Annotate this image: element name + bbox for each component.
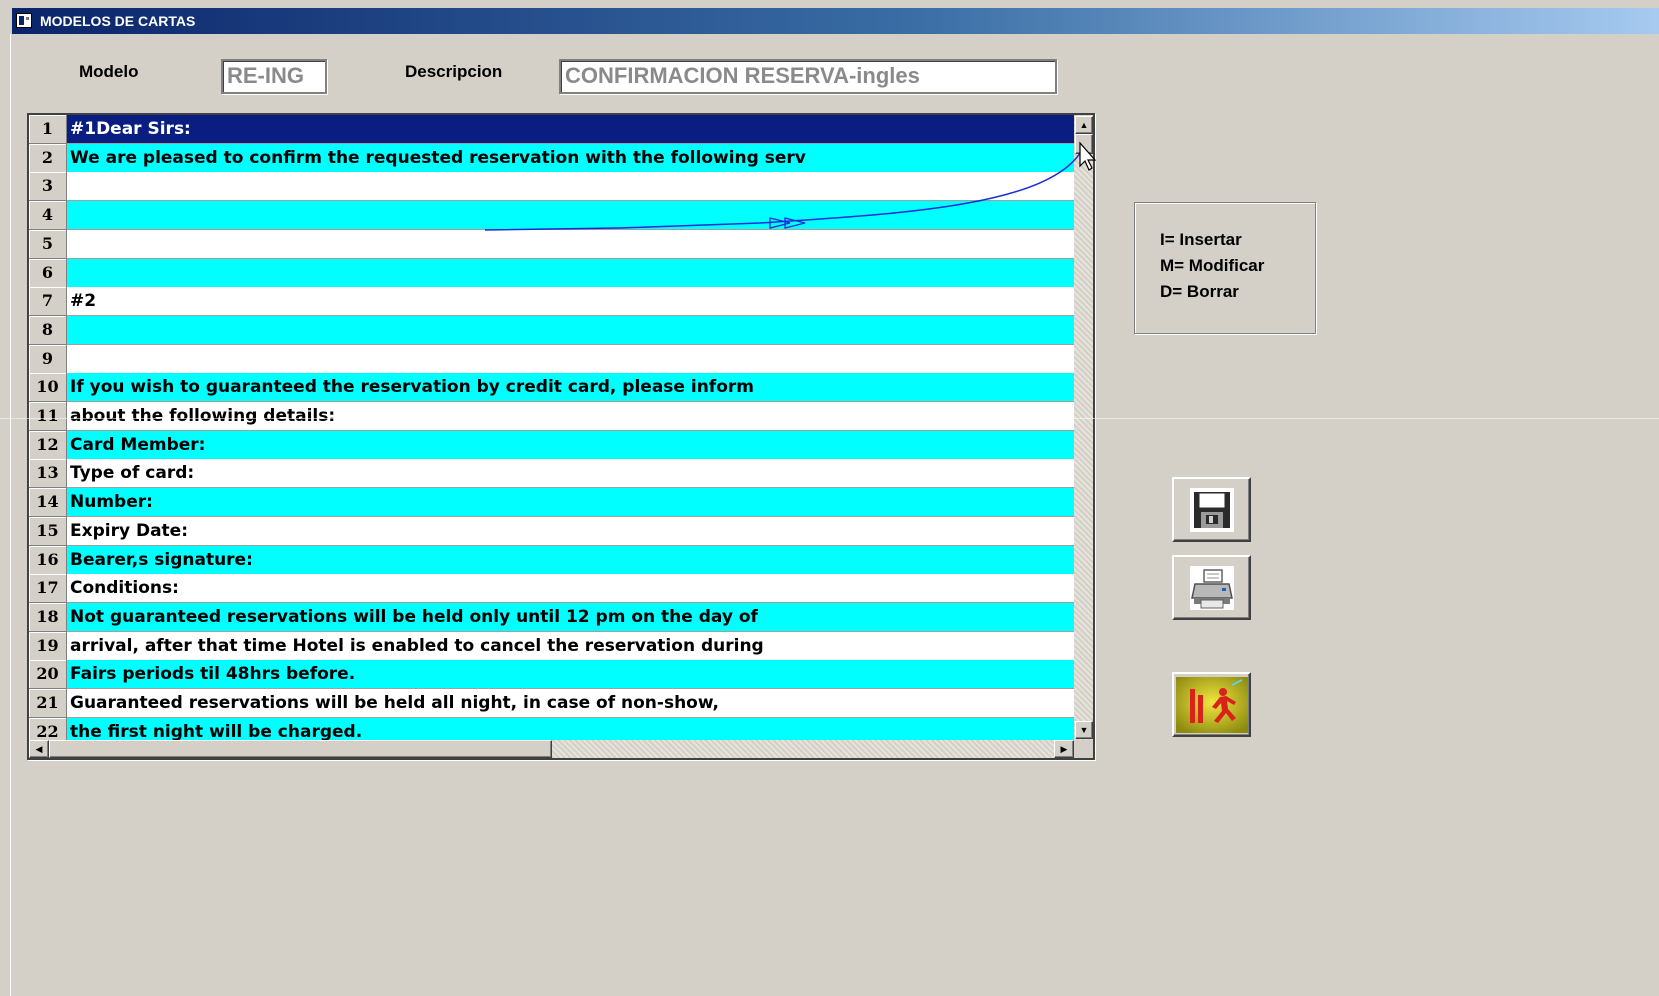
key-legend-box: I= Insertar M= Modificar D= Borrar <box>1134 202 1316 334</box>
descripcion-field[interactable]: CONFIRMACION RESERVA-ingles <box>559 59 1057 94</box>
row-number[interactable]: 17 <box>29 574 67 604</box>
table-row[interactable]: 10 If you wish to guaranteed the reservat… <box>29 373 1074 403</box>
window-titlebar: MODELOS DE CARTAS <box>12 8 1659 34</box>
vertical-scrollbar[interactable]: ▲ ▼ <box>1074 115 1093 740</box>
row-number[interactable]: 11 <box>29 402 67 431</box>
row-number[interactable]: 14 <box>29 488 67 518</box>
table-row[interactable]: 19 arrival, after that time Hotel is enab… <box>29 631 1074 661</box>
table-row[interactable]: 11 about the following details: <box>29 402 1074 431</box>
table-row[interactable]: 9 <box>29 344 1074 374</box>
screen-artifact-line <box>0 418 1659 419</box>
table-row[interactable]: 14 Number: <box>29 488 1074 518</box>
row-text-cell[interactable]: Expiry Date: <box>67 516 1074 546</box>
table-row[interactable]: 13 Type of card: <box>29 459 1074 489</box>
row-text-cell[interactable] <box>67 229 1074 259</box>
row-text-cell[interactable]: Fairs periods til 48hrs before. <box>67 660 1074 690</box>
print-button[interactable] <box>1172 555 1251 620</box>
row-number[interactable]: 15 <box>29 516 67 546</box>
row-number[interactable]: 9 <box>29 344 67 374</box>
legend-delete: D= Borrar <box>1160 282 1239 301</box>
vertical-scroll-thumb[interactable] <box>1075 134 1093 154</box>
row-text-cell[interactable]: Not guaranteed reservations will be held… <box>67 602 1074 632</box>
row-number[interactable]: 1 <box>29 115 67 144</box>
table-row[interactable]: 3 <box>29 172 1074 202</box>
table-row[interactable]: 21 Guaranteed reservations will be held a… <box>29 689 1074 718</box>
scroll-down-button[interactable]: ▼ <box>1075 721 1093 739</box>
row-text-cell[interactable] <box>67 201 1074 231</box>
window-frame-edge <box>10 34 11 996</box>
table-row[interactable]: 4 <box>29 201 1074 231</box>
row-number[interactable]: 13 <box>29 459 67 489</box>
row-number[interactable]: 20 <box>29 660 67 690</box>
save-button[interactable] <box>1172 477 1251 542</box>
descripcion-label: Descripcion <box>405 62 503 81</box>
legend-modify: M= Modificar <box>1160 256 1265 275</box>
row-text-cell[interactable]: arrival, after that time Hotel is enable… <box>67 631 1074 661</box>
exit-door-icon <box>1175 676 1248 733</box>
row-number[interactable]: 7 <box>29 287 67 317</box>
row-number[interactable]: 10 <box>29 373 67 403</box>
row-text-cell[interactable] <box>67 172 1074 202</box>
row-number[interactable]: 8 <box>29 315 67 345</box>
row-number[interactable]: 2 <box>29 143 67 173</box>
app-icon[interactable] <box>16 13 32 28</box>
table-row[interactable]: 16 Bearer,s signature: <box>29 545 1074 575</box>
modelo-label: Modelo <box>79 62 139 81</box>
row-number[interactable]: 12 <box>29 430 67 460</box>
horizontal-scroll-thumb[interactable] <box>49 740 552 758</box>
modelo-field[interactable]: RE-ING <box>221 59 327 94</box>
row-number[interactable]: 4 <box>29 201 67 231</box>
row-number[interactable]: 19 <box>29 631 67 661</box>
table-row[interactable]: 8 <box>29 315 1074 345</box>
table-row[interactable]: 5 <box>29 229 1074 259</box>
table-row[interactable]: 17 Conditions: <box>29 574 1074 604</box>
table-row[interactable]: 12 Card Member: <box>29 430 1074 460</box>
row-text-cell[interactable]: #1Dear Sirs: <box>67 115 1074 144</box>
row-text-cell[interactable]: #2 <box>67 287 1074 317</box>
row-text-cell[interactable]: Number: <box>67 488 1074 518</box>
row-text-cell[interactable] <box>67 315 1074 345</box>
exit-button[interactable] <box>1172 672 1251 737</box>
window-title: MODELOS DE CARTAS <box>40 13 196 29</box>
printer-icon <box>1189 565 1234 610</box>
row-text-cell[interactable] <box>67 344 1074 374</box>
floppy-disk-icon <box>1189 487 1234 532</box>
row-number[interactable]: 21 <box>29 689 67 718</box>
legend-insert: I= Insertar <box>1160 230 1242 249</box>
horizontal-scrollbar[interactable]: ◀ ▶ <box>29 740 1074 758</box>
table-row[interactable]: 7 #2 <box>29 287 1074 317</box>
letter-lines-grid[interactable]: 1 #1Dear Sirs: 2 We are pleased to confirm … <box>27 113 1095 760</box>
table-row[interactable]: 18 Not guaranteed reservations will be he… <box>29 602 1074 632</box>
row-text-cell[interactable]: about the following details: <box>67 402 1074 431</box>
row-number[interactable]: 3 <box>29 172 67 202</box>
table-row[interactable]: 20 Fairs periods til 48hrs before. <box>29 660 1074 690</box>
scrollbar-corner <box>1074 740 1093 758</box>
row-text-cell[interactable]: Guaranteed reservations will be held all… <box>67 689 1074 718</box>
table-row[interactable]: 1 #1Dear Sirs: <box>29 115 1074 144</box>
table-row[interactable]: 15 Expiry Date: <box>29 516 1074 546</box>
table-row[interactable]: 6 <box>29 258 1074 288</box>
table-row[interactable]: 2 We are pleased to confirm the requested… <box>29 143 1074 173</box>
row-number[interactable]: 5 <box>29 229 67 259</box>
row-number[interactable]: 16 <box>29 545 67 575</box>
scroll-left-button[interactable]: ◀ <box>29 740 49 758</box>
row-text-cell[interactable] <box>67 258 1074 288</box>
scroll-right-button[interactable]: ▶ <box>1054 740 1074 758</box>
row-number[interactable]: 18 <box>29 602 67 632</box>
row-text-cell[interactable]: Type of card: <box>67 459 1074 489</box>
scroll-up-button[interactable]: ▲ <box>1075 116 1093 134</box>
row-text-cell[interactable]: We are pleased to confirm the requested … <box>67 143 1074 173</box>
row-number[interactable]: 6 <box>29 258 67 288</box>
row-text-cell[interactable]: Bearer,s signature: <box>67 545 1074 575</box>
row-text-cell[interactable]: Conditions: <box>67 574 1074 604</box>
row-text-cell[interactable]: Card Member: <box>67 430 1074 460</box>
row-text-cell[interactable]: If you wish to guaranteed the reservatio… <box>67 373 1074 403</box>
